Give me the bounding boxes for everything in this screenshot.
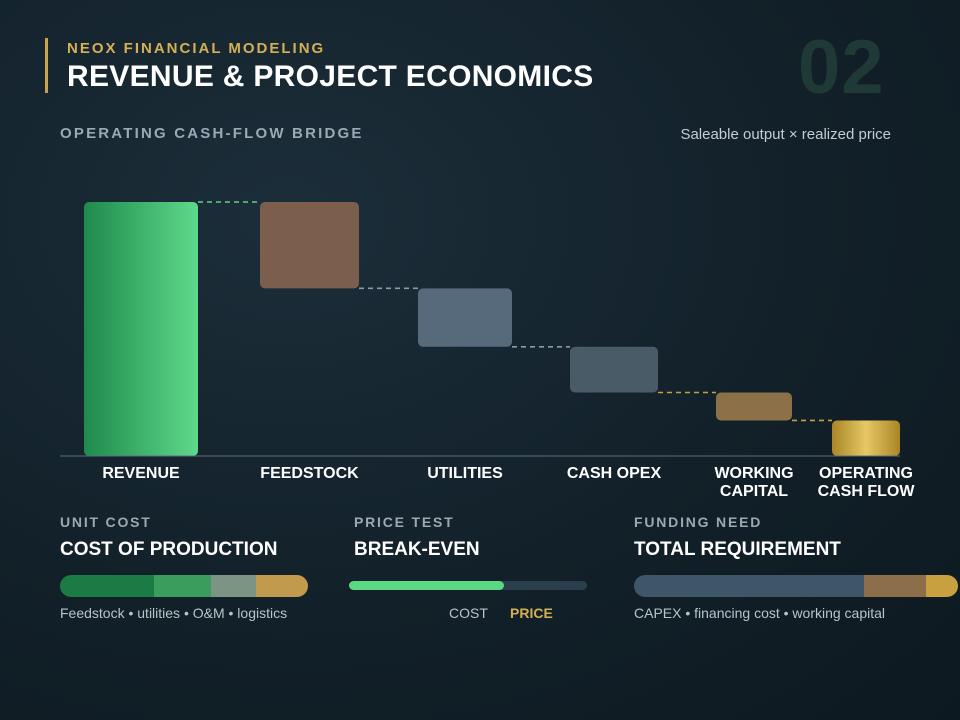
category-label-line: REVENUE [102, 465, 180, 482]
bar-revenue [84, 202, 198, 456]
funding-need-caption: CAPEX • financing cost • working capital [634, 605, 886, 621]
funding-need-heading: TOTAL REQUIREMENT [634, 539, 841, 560]
price-test-heading: BREAK-EVEN [354, 539, 480, 560]
funding-need-segment [864, 575, 926, 597]
category-label: FEEDSTOCK [235, 465, 385, 483]
category-label: CASH OPEX [539, 465, 689, 483]
price-test-kicker: PRICE TEST [354, 514, 455, 530]
category-label-line: UTILITIES [427, 465, 503, 482]
unit-cost-segment [211, 575, 256, 597]
waterfall-chart [60, 201, 900, 457]
bar-cash-opex [570, 346, 658, 393]
unit-cost-caption: Feedstock • utilities • O&M • logistics [60, 605, 288, 621]
unit-cost-segment [60, 575, 155, 597]
funding-need-panel: FUNDING NEED TOTAL REQUIREMENT [634, 514, 841, 561]
cost-legend-label: COST [449, 605, 488, 621]
category-label: REVENUE [66, 465, 216, 483]
unit-cost-segment [255, 575, 308, 597]
unit-cost-panel: UNIT COST COST OF PRODUCTION [60, 514, 277, 561]
unit-cost-heading: COST OF PRODUCTION [60, 539, 278, 560]
category-label-line: FEEDSTOCK [260, 465, 359, 482]
price-test-panel: PRICE TEST BREAK-EVEN [354, 514, 480, 561]
category-label-line: CASH OPEX [566, 465, 662, 482]
unit-cost-segment [154, 575, 212, 597]
category-label-line: CASH FLOW [817, 483, 915, 500]
category-label: OPERATING CASH FLOW [791, 465, 941, 501]
price-legend-label: PRICE [510, 605, 553, 621]
bar-utilities [418, 288, 512, 347]
funding-need-segment [925, 575, 958, 597]
funding-need-segment [634, 575, 865, 597]
unit-cost-kicker: UNIT COST [60, 514, 152, 530]
funding-need-kicker: FUNDING NEED [634, 514, 763, 530]
bar-operating-cash-flow [832, 420, 900, 456]
bar-working-capital [716, 392, 792, 421]
price-test-fill [349, 581, 504, 590]
category-label-line: OPERATING [819, 465, 913, 482]
bar-feedstock [260, 202, 359, 289]
category-label: UTILITIES [390, 465, 540, 483]
